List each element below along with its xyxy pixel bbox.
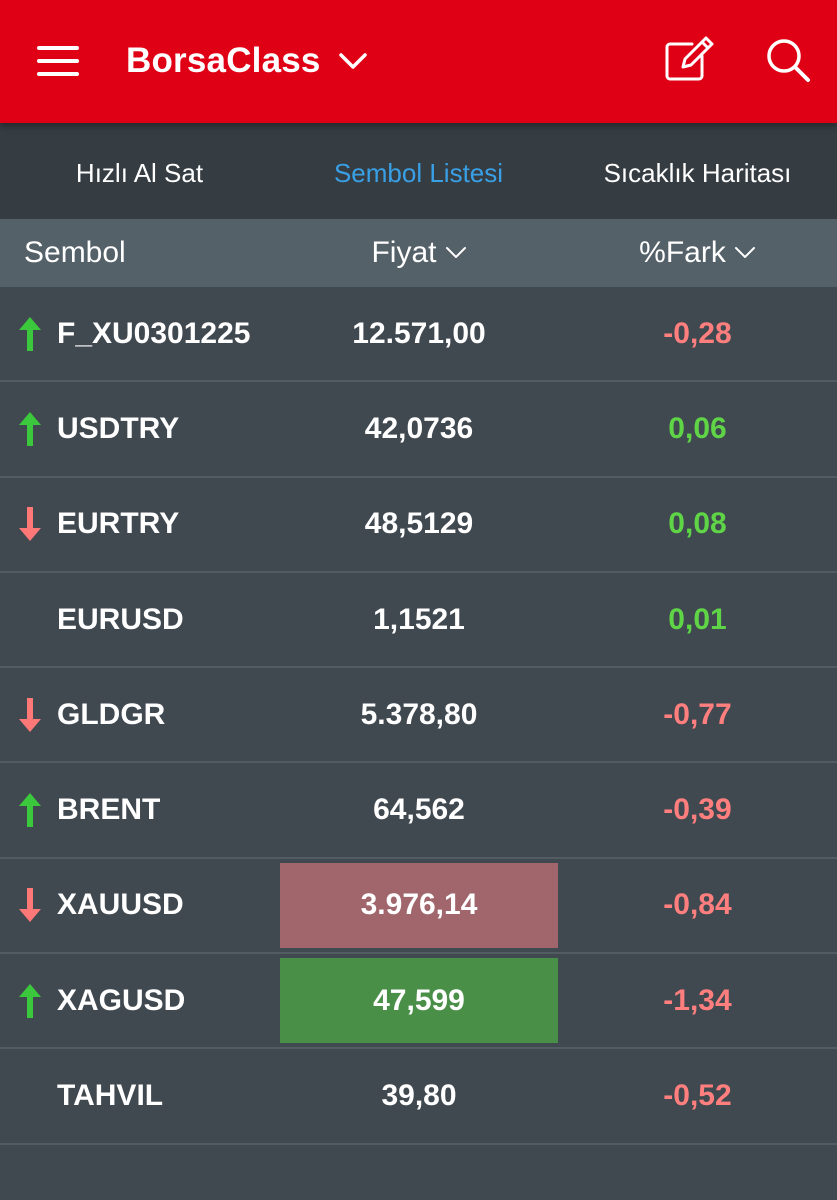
symbol-change: 0,08 — [668, 507, 727, 541]
column-change-sort[interactable]: %Fark — [558, 219, 837, 287]
symbol-name: GLDGR — [57, 697, 166, 731]
chevron-down-icon — [734, 247, 755, 258]
down-arrow-icon — [19, 697, 41, 732]
chevron-down-icon — [338, 53, 367, 69]
symbol-price: 12.571,00 — [352, 316, 486, 350]
chevron-down-icon — [445, 247, 466, 258]
app-title: BorsaClass — [126, 41, 321, 80]
table-row[interactable]: BRENT 64,562 -0,39 — [0, 763, 837, 859]
tab-heat-map[interactable]: Sıcaklık Haritası — [558, 123, 837, 219]
symbol-name: XAUUSD — [57, 888, 184, 922]
symbol-name: EURUSD — [57, 602, 184, 636]
symbol-change: -0,52 — [663, 1079, 732, 1113]
up-arrow-icon — [19, 316, 41, 351]
table-row[interactable]: GLDGR 5.378,80 -0,77 — [0, 668, 837, 764]
symbol-change: 0,06 — [668, 411, 727, 445]
symbol-price: 47,599 — [280, 958, 558, 1044]
table-row[interactable]: EURUSD 1,1521 0,01 — [0, 573, 837, 669]
account-selector[interactable]: BorsaClass — [126, 36, 369, 86]
column-price-label: Fiyat — [371, 236, 437, 269]
up-arrow-icon — [19, 793, 41, 828]
table-row[interactable]: XAUUSD 3.976,14 -0,84 — [0, 859, 837, 955]
tab-bar: Hızlı Al Sat Sembol Listesi Sıcaklık Har… — [0, 123, 837, 219]
symbol-change: -0,77 — [663, 697, 732, 731]
down-arrow-icon — [19, 507, 41, 542]
table-row[interactable]: EURTRY 48,5129 0,08 — [0, 478, 837, 573]
symbol-name: BRENT — [57, 793, 161, 827]
hamburger-menu-icon — [37, 46, 79, 76]
column-change-label: %Fark — [639, 236, 726, 269]
symbol-price: 42,0736 — [364, 411, 474, 445]
symbol-price: 64,562 — [373, 793, 465, 827]
symbol-price: 48,5129 — [364, 507, 474, 541]
symbol-price: 39,80 — [381, 1079, 457, 1113]
symbol-name: TAHVIL — [57, 1079, 164, 1113]
app-screen: BorsaClass Hızlı Al Sat Sembol Listesi S… — [0, 0, 837, 1200]
down-arrow-icon — [19, 888, 41, 923]
symbol-name: XAGUSD — [57, 983, 186, 1017]
column-symbol[interactable]: Sembol — [24, 219, 126, 287]
symbol-price: 5.378,80 — [360, 697, 478, 731]
edit-icon — [665, 36, 714, 81]
symbol-change: -1,34 — [663, 983, 732, 1017]
search-button[interactable] — [760, 32, 818, 88]
menu-button[interactable] — [28, 36, 88, 86]
symbol-price: 3.976,14 — [280, 862, 558, 949]
edit-button[interactable] — [658, 32, 718, 88]
symbol-change: 0,01 — [668, 602, 727, 636]
column-symbol-label: Sembol — [24, 236, 126, 269]
up-arrow-icon — [19, 983, 41, 1018]
symbol-list: F_XU0301225 12.571,00 -0,28 USDTRY 42,07… — [0, 287, 837, 1145]
column-price-sort[interactable]: Fiyat — [280, 219, 558, 287]
up-arrow-icon — [19, 411, 41, 446]
search-icon — [767, 39, 810, 82]
symbol-price: 1,1521 — [373, 602, 465, 636]
symbol-change: -0,39 — [663, 793, 732, 827]
symbol-change: -0,84 — [663, 888, 732, 922]
tab-symbol-list[interactable]: Sembol Listesi — [279, 123, 558, 219]
symbol-change: -0,28 — [663, 316, 732, 350]
table-row[interactable]: F_XU0301225 12.571,00 -0,28 — [0, 287, 837, 383]
symbol-name: F_XU0301225 — [57, 316, 251, 350]
symbol-name: USDTRY — [57, 411, 180, 445]
table-row[interactable]: XAGUSD 47,599 -1,34 — [0, 954, 837, 1050]
symbol-name: EURTRY — [57, 507, 180, 541]
table-row[interactable]: USDTRY 42,0736 0,06 — [0, 382, 837, 478]
table-row[interactable]: TAHVIL 39,80 -0,52 — [0, 1049, 837, 1145]
column-header: Sembol Fiyat %Fark — [0, 219, 837, 287]
tab-quick-trade[interactable]: Hızlı Al Sat — [0, 123, 279, 219]
app-bar: BorsaClass — [0, 0, 837, 123]
